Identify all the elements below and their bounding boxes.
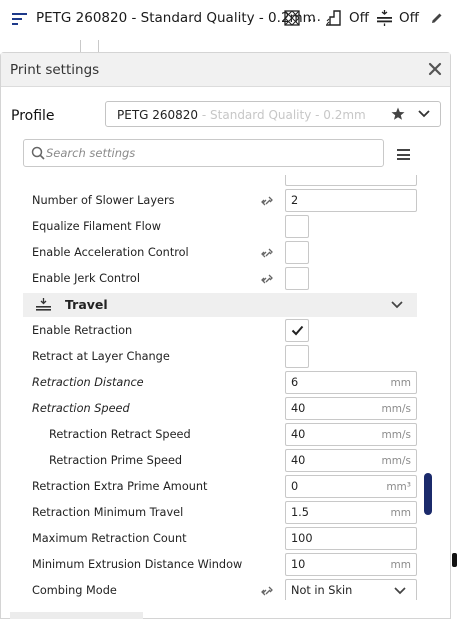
close-icon[interactable] xyxy=(427,61,443,77)
support-value: Off xyxy=(349,10,369,26)
category-label: Travel xyxy=(65,297,108,312)
bottom-bar xyxy=(10,612,143,619)
setting-label: Combing Mode xyxy=(32,584,117,597)
infill-icon[interactable] xyxy=(284,10,300,26)
setting-label: Equalize Filament Flow xyxy=(32,220,161,233)
setting-field-partial[interactable] xyxy=(285,175,417,186)
adhesion-icon[interactable] xyxy=(377,10,392,26)
print-setup-title[interactable]: PETG 260820 - Standard Quality - 0.2mm xyxy=(36,10,316,26)
print-setup-icon[interactable] xyxy=(12,13,27,27)
search-icon xyxy=(31,146,45,160)
link-icon xyxy=(261,196,273,206)
link-icon xyxy=(261,586,273,596)
pencil-icon[interactable] xyxy=(431,12,443,24)
settings-list: Number of Slower Layers 2 Equalize Filam… xyxy=(1,175,450,600)
profile-name: PETG 260820 - Standard Quality - 0.2mm xyxy=(117,108,366,122)
setting-row-maximum-retraction-count: Maximum Retraction Count 100 xyxy=(1,526,421,552)
setting-row-enable-acceleration-control: Enable Acceleration Control xyxy=(1,240,421,266)
link-icon xyxy=(261,274,273,284)
setting-label: Retraction Distance xyxy=(32,376,144,389)
setting-label: Retract at Layer Change xyxy=(32,350,170,363)
setting-row-retraction-extra-prime-amount: Retraction Extra Prime Amount 0 mm³ xyxy=(1,474,421,500)
profile-label: Profile xyxy=(11,108,55,124)
setting-checkbox[interactable] xyxy=(285,215,309,238)
setting-row-minimum-extrusion-distance-window: Minimum Extrusion Distance Window 10 mm xyxy=(1,552,421,578)
edge-marker xyxy=(452,553,457,567)
setting-checkbox[interactable] xyxy=(285,319,309,342)
setting-value-field[interactable]: 1.5 mm xyxy=(285,501,417,524)
setting-label: Enable Acceleration Control xyxy=(32,246,189,259)
setting-value-field[interactable]: 100 xyxy=(285,527,417,550)
setting-checkbox[interactable] xyxy=(285,345,309,368)
panel-header: Print settings xyxy=(1,53,450,87)
setting-row-equalize-filament-flow: Equalize Filament Flow xyxy=(1,214,421,240)
profile-selector[interactable]: PETG 260820 - Standard Quality - 0.2mm xyxy=(105,101,441,127)
setting-row-retraction-speed: Retraction Speed 40 mm/s xyxy=(1,396,421,422)
setting-row-enable-retraction: Enable Retraction xyxy=(1,318,421,344)
setting-label: Minimum Extrusion Distance Window xyxy=(32,558,243,571)
settings-visibility-menu-icon[interactable] xyxy=(397,149,410,160)
panel-title: Print settings xyxy=(10,62,100,78)
setting-label: Maximum Retraction Count xyxy=(32,532,187,545)
setting-label: Retraction Speed xyxy=(32,402,130,415)
search-settings-field[interactable] xyxy=(23,139,384,167)
setting-value-field[interactable]: 0 mm³ xyxy=(285,475,417,498)
setting-value-field[interactable]: 40 mm/s xyxy=(285,423,417,446)
setting-row-retract-at-layer-change: Retract at Layer Change xyxy=(1,344,421,370)
setting-row-retraction-prime-speed: Retraction Prime Speed 40 mm/s xyxy=(1,448,421,474)
setting-checkbox[interactable] xyxy=(285,241,309,264)
setting-row-combing-mode: Combing Mode Not in Skin xyxy=(1,578,421,600)
checkmark-icon xyxy=(291,325,304,336)
setting-label: Number of Slower Layers xyxy=(32,194,175,207)
setting-label: Retraction Minimum Travel xyxy=(32,506,184,519)
star-icon[interactable] xyxy=(391,107,405,121)
chevron-down-icon xyxy=(394,587,406,595)
setting-row-number-of-slower-layers: Number of Slower Layers 2 xyxy=(1,188,421,214)
setting-label: Enable Jerk Control xyxy=(32,272,140,285)
combing-mode-select[interactable]: Not in Skin xyxy=(285,579,417,600)
top-toolbar: PETG 260820 - Standard Quality - 0.2mm .… xyxy=(0,0,457,40)
setting-value-field[interactable]: 40 mm/s xyxy=(285,397,417,420)
travel-icon xyxy=(36,298,51,311)
setting-value-field[interactable]: 6 mm xyxy=(285,371,417,394)
settings-scrollbar[interactable] xyxy=(424,473,432,515)
setting-label: Retraction Extra Prime Amount xyxy=(32,480,208,493)
chevron-down-icon[interactable] xyxy=(418,109,430,119)
setting-value-field[interactable]: 40 mm/s xyxy=(285,449,417,472)
support-icon[interactable] xyxy=(325,10,341,26)
infill-ellipsis: ... xyxy=(308,9,321,25)
setting-row-retraction-retract-speed: Retraction Retract Speed 40 mm/s xyxy=(1,422,421,448)
setting-checkbox[interactable] xyxy=(285,267,309,290)
setting-row-retraction-distance: Retraction Distance 6 mm xyxy=(1,370,421,396)
setting-label: Retraction Retract Speed xyxy=(49,428,191,441)
category-travel-header[interactable]: Travel xyxy=(23,293,417,317)
setting-value-field[interactable]: 10 mm xyxy=(285,553,417,576)
setting-row-retraction-minimum-travel: Retraction Minimum Travel 1.5 mm xyxy=(1,500,421,526)
link-icon xyxy=(261,248,273,258)
adhesion-value: Off xyxy=(399,10,419,26)
setting-value-field[interactable]: 2 xyxy=(285,189,417,212)
chevron-down-icon xyxy=(391,301,403,309)
setting-label: Retraction Prime Speed xyxy=(49,454,183,467)
search-input[interactable] xyxy=(46,144,376,162)
print-settings-panel: Print settings Profile PETG 260820 - Sta… xyxy=(0,52,451,619)
setting-label: Enable Retraction xyxy=(32,324,133,337)
setting-row-enable-jerk-control: Enable Jerk Control xyxy=(1,266,421,292)
